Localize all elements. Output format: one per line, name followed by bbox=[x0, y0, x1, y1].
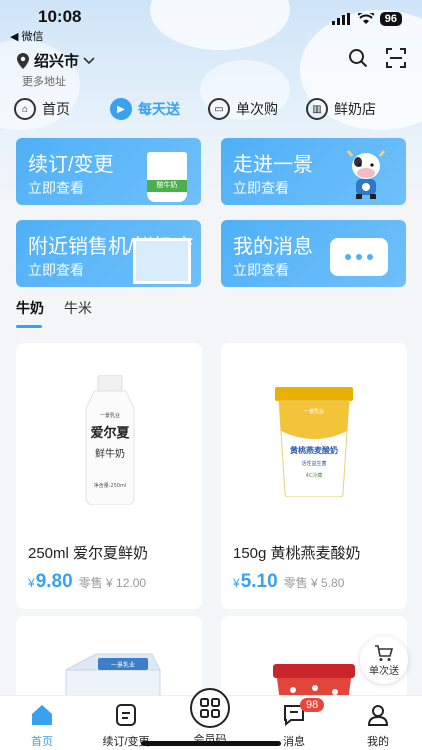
cup-feature-text: 活性益生菌 bbox=[301, 460, 326, 467]
battery-indicator: 96 bbox=[379, 12, 402, 26]
tab-label: 首页 bbox=[42, 101, 70, 117]
chat-bubble-icon bbox=[330, 238, 388, 276]
message-count-badge: 98 bbox=[300, 698, 325, 712]
retail-price: 零售 ¥ 12.00 bbox=[78, 576, 147, 590]
profile-icon bbox=[365, 702, 391, 728]
product-price: ¥ 9.80 零售 ¥ 12.00 bbox=[28, 571, 146, 593]
cup-brand-text: 一景乳业 bbox=[304, 408, 324, 415]
system-icons: 96 bbox=[331, 12, 402, 26]
bottle-product-text: 爱尔夏 bbox=[90, 425, 130, 441]
bag-icon: ▭ bbox=[208, 98, 230, 120]
renew-change-card[interactable]: 续订/变更 立即查看 酸牛奶 bbox=[16, 138, 201, 205]
card-title: 我的消息 bbox=[233, 236, 313, 258]
product-card[interactable]: 一景乳业 黄桃燕麦酸奶 活性益生菌 4C冷藏 150g 黄桃燕麦酸奶 ¥ 5.1… bbox=[221, 343, 407, 609]
chevron-down-icon bbox=[83, 56, 95, 64]
more-address-link[interactable]: 更多地址 bbox=[22, 73, 66, 89]
delivery-icon: ▶ bbox=[110, 98, 132, 120]
nav-label: 我的 bbox=[367, 736, 389, 748]
store-icon: ▥ bbox=[306, 98, 328, 120]
tab-label: 鲜奶店 bbox=[334, 101, 376, 117]
product-name: 250ml 爱尔夏鲜奶 bbox=[28, 545, 149, 562]
home-indicator bbox=[141, 741, 281, 746]
vending-machine-illustration bbox=[133, 238, 191, 284]
back-to-wechat-link[interactable]: ◀ 微信 bbox=[10, 28, 44, 44]
cart-icon bbox=[375, 644, 394, 661]
retail-price: 零售 ¥ 5.80 bbox=[283, 576, 345, 590]
location-pin-icon bbox=[17, 52, 29, 69]
category-tab-niumi[interactable]: 牛米 bbox=[64, 298, 92, 328]
tab-daily-delivery[interactable]: ▶ 每天送 bbox=[110, 98, 180, 120]
nearby-vending-store-card[interactable]: 附近销售机/鲜奶店 立即查看 bbox=[16, 220, 201, 287]
status-bar: 10:08 96 bbox=[0, 0, 422, 30]
cup-storage-text: 4C冷藏 bbox=[306, 472, 323, 479]
nav-home[interactable]: 首页 bbox=[0, 696, 84, 750]
status-time: 10:08 bbox=[38, 7, 82, 26]
cow-mascot-illustration bbox=[346, 150, 386, 199]
carton-brand-text: 一景乳业 bbox=[111, 661, 135, 669]
location-selector[interactable]: 绍兴市 bbox=[16, 50, 95, 71]
card-subtitle: 立即查看 bbox=[28, 180, 84, 196]
milk-bottle-image: 一景乳业 爱尔夏 鲜牛奶 净含量:250ml bbox=[85, 375, 135, 505]
float-button-label: 单次送 bbox=[369, 665, 399, 677]
search-icon[interactable] bbox=[348, 48, 368, 68]
yogurt-cup-illustration: 酸牛奶 bbox=[147, 152, 187, 202]
bottle-type-text: 鲜牛奶 bbox=[95, 447, 125, 460]
category-tab-milk[interactable]: 牛奶 bbox=[16, 298, 44, 328]
tab-home[interactable]: ⌂ 首页 bbox=[14, 98, 70, 120]
my-messages-card[interactable]: 我的消息 立即查看 bbox=[221, 220, 406, 287]
price-currency: ¥ bbox=[233, 576, 240, 590]
product-price: ¥ 5.10 零售 ¥ 5.80 bbox=[233, 571, 344, 593]
document-icon bbox=[113, 702, 139, 728]
nav-label: 消息 bbox=[283, 736, 305, 748]
visit-yijing-card[interactable]: 走进一景 立即查看 bbox=[221, 138, 406, 205]
card-title: 走进一景 bbox=[233, 154, 313, 176]
header-actions bbox=[348, 48, 406, 68]
price-currency: ¥ bbox=[28, 576, 35, 590]
card-subtitle: 立即查看 bbox=[233, 262, 289, 278]
bottle-volume-text: 净含量:250ml bbox=[94, 482, 127, 489]
city-name: 绍兴市 bbox=[34, 53, 80, 70]
card-subtitle: 立即查看 bbox=[28, 262, 84, 278]
yogurt-cup-label: 酸牛奶 bbox=[147, 180, 187, 192]
product-name: 150g 黄桃燕麦酸奶 bbox=[233, 545, 361, 562]
yogurt-cup-image: 一景乳业 黄桃燕麦酸奶 活性益生菌 4C冷藏 bbox=[275, 387, 353, 497]
price-value: 5.10 bbox=[240, 571, 278, 592]
signal-icon bbox=[331, 13, 350, 25]
card-subtitle: 立即查看 bbox=[233, 180, 289, 196]
cup-product-text: 黄桃燕麦酸奶 bbox=[290, 445, 338, 455]
category-tabs: 牛奶 牛米 bbox=[16, 298, 92, 328]
scan-icon[interactable] bbox=[386, 48, 406, 68]
tab-label: 每天送 bbox=[138, 101, 180, 117]
product-card[interactable]: 一景乳业 bbox=[16, 616, 202, 706]
single-delivery-float-button[interactable]: 单次送 bbox=[360, 636, 408, 684]
top-tab-bar: ⌂ 首页 ▶ 每天送 ▭ 单次购 ▥ 鲜奶店 bbox=[0, 98, 422, 128]
product-card[interactable]: 一景乳业 爱尔夏 鲜牛奶 净含量:250ml 250ml 爱尔夏鲜奶 ¥ 9.8… bbox=[16, 343, 202, 609]
tab-label: 单次购 bbox=[236, 101, 278, 117]
tab-milk-store[interactable]: ▥ 鲜奶店 bbox=[306, 98, 376, 120]
home-icon bbox=[29, 702, 55, 728]
wifi-icon bbox=[357, 13, 374, 24]
nav-label: 首页 bbox=[31, 736, 53, 748]
home-icon: ⌂ bbox=[14, 98, 36, 120]
tab-single-purchase[interactable]: ▭ 单次购 bbox=[208, 98, 278, 120]
bottle-brand-text: 一景乳业 bbox=[100, 412, 120, 419]
price-value: 9.80 bbox=[35, 571, 73, 592]
card-title: 续订/变更 bbox=[28, 154, 114, 176]
member-code-icon bbox=[190, 688, 230, 728]
nav-profile[interactable]: 我的 bbox=[336, 696, 420, 750]
